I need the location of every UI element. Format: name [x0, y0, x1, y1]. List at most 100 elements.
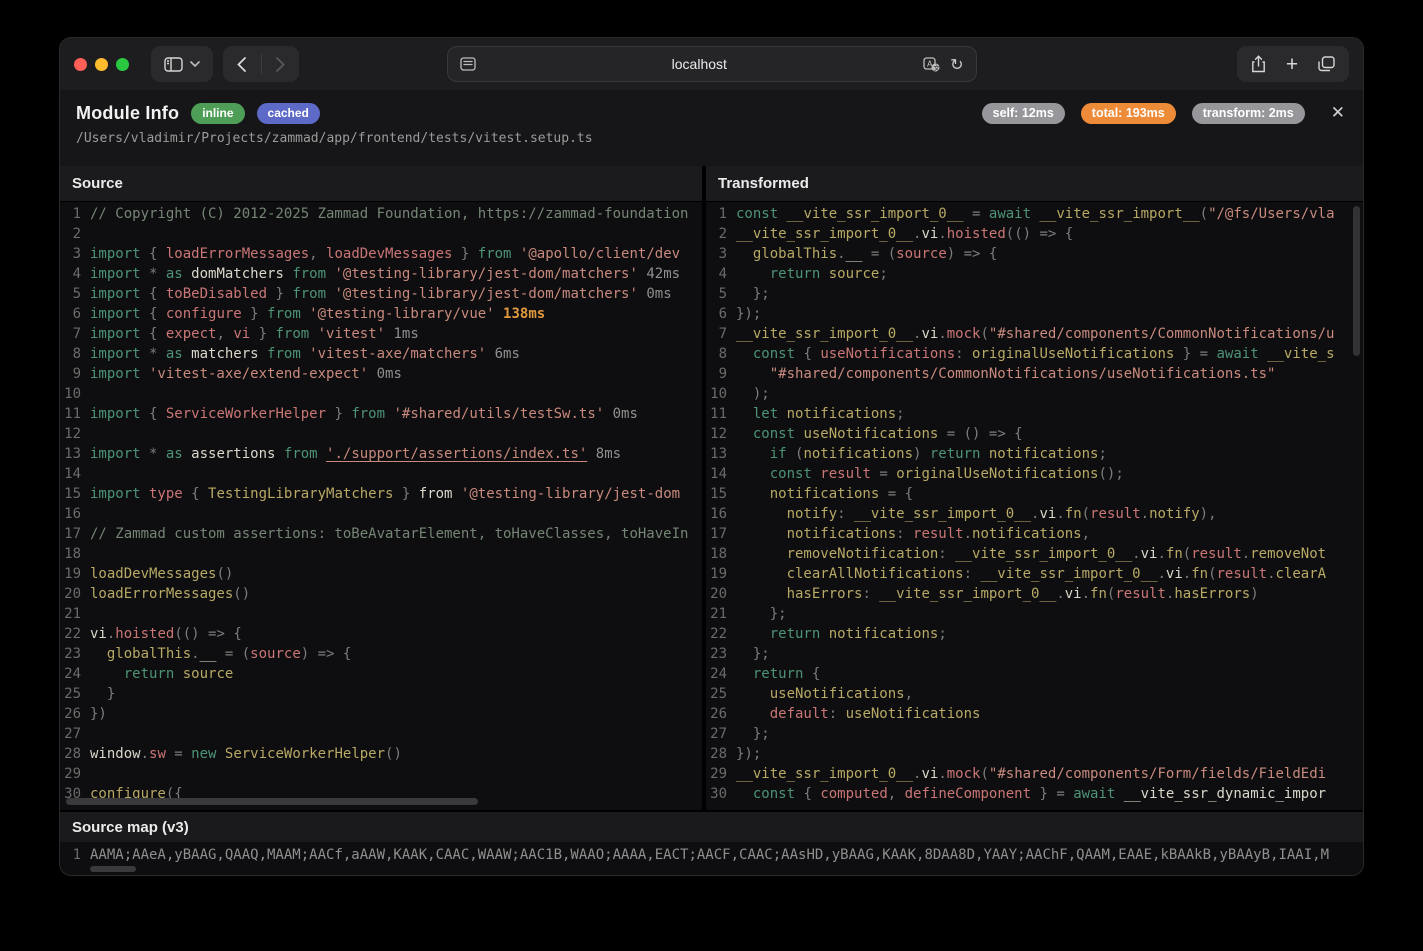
line-number: 7	[706, 324, 736, 344]
code-line: 15import type { TestingLibraryMatchers }…	[60, 484, 702, 504]
line-number: 28	[60, 744, 90, 764]
transformed-code-view[interactable]: 1const __vite_ssr_import_0__ = await __v…	[706, 202, 1363, 810]
sidebar-toggle-button[interactable]	[151, 46, 213, 82]
new-tab-button[interactable]: +	[1286, 54, 1298, 75]
line-number: 9	[60, 364, 90, 384]
code-line: 25 }	[60, 684, 702, 704]
code-text: notify: __vite_ssr_import_0__.vi.fn(resu…	[736, 504, 1217, 524]
code-text: const __vite_ssr_import_0__ = await __vi…	[736, 204, 1335, 224]
toolbar-right-buttons: +	[1237, 46, 1349, 82]
transform-time-badge: transform: 2ms	[1192, 103, 1305, 124]
close-window-button[interactable]	[74, 58, 87, 71]
minimize-window-button[interactable]	[95, 58, 108, 71]
code-text: });	[736, 304, 761, 324]
module-path: /Users/vladimir/Projects/zammad/app/fron…	[76, 131, 1345, 146]
line-number: 3	[60, 244, 90, 264]
code-line: 11import { ServiceWorkerHelper } from '#…	[60, 404, 702, 424]
line-number: 26	[706, 704, 736, 724]
back-button[interactable]	[223, 46, 261, 82]
source-pane-title: Source	[60, 166, 702, 202]
code-text: // Copyright (C) 2012-2025 Zammad Founda…	[90, 204, 688, 224]
line-number: 12	[60, 424, 90, 444]
code-text: const { computed, defineComponent } = aw…	[736, 784, 1326, 804]
code-text: import { configure } from '@testing-libr…	[90, 304, 545, 324]
line-number: 2	[706, 224, 736, 244]
code-line: 9import 'vitest-axe/extend-expect' 0ms	[60, 364, 702, 384]
translate-icon[interactable]: A 文	[923, 57, 940, 72]
line-number: 9	[706, 364, 736, 384]
tab-overview-button[interactable]	[1318, 56, 1335, 72]
code-line: 11 let notifications;	[706, 404, 1363, 424]
cached-badge: cached	[257, 103, 320, 124]
tabs-icon	[1318, 56, 1335, 72]
code-text: };	[736, 644, 770, 664]
line-number: 14	[60, 464, 90, 484]
line-number: 21	[60, 604, 90, 624]
code-text: window.sw = new ServiceWorkerHelper()	[90, 744, 402, 764]
line-number: 26	[60, 704, 90, 724]
line-number: 8	[706, 344, 736, 364]
sourcemap-mappings: AAMA;AAeA,yBAAG,QAAQ,MAAM;AACf,aAAW,KAAK…	[90, 842, 1329, 875]
source-code-view[interactable]: 1// Copyright (C) 2012-2025 Zammad Found…	[60, 202, 702, 810]
line-number: 3	[706, 244, 736, 264]
code-line: 21 };	[706, 604, 1363, 624]
code-text: __vite_ssr_import_0__.vi.mock("#shared/c…	[736, 764, 1326, 784]
line-number: 21	[706, 604, 736, 624]
line-number: 1	[706, 204, 736, 224]
address-bar[interactable]: localhost A 文 ↻	[447, 46, 977, 82]
code-text: import { loadErrorMessages, loadDevMessa…	[90, 244, 680, 264]
code-line: 3import { loadErrorMessages, loadDevMess…	[60, 244, 702, 264]
code-line: 26 default: useNotifications	[706, 704, 1363, 724]
sourcemap-title: Source map (v3)	[60, 812, 1363, 842]
line-number: 29	[706, 764, 736, 784]
code-text: };	[736, 604, 787, 624]
module-info-header: Module Info inline cached self: 12ms tot…	[60, 90, 1363, 166]
line-number: 20	[60, 584, 90, 604]
code-line: 5import { toBeDisabled } from '@testing-…	[60, 284, 702, 304]
navigation-buttons	[223, 46, 299, 82]
code-line: 4 return source;	[706, 264, 1363, 284]
code-line: 7__vite_ssr_import_0__.vi.mock("#shared/…	[706, 324, 1363, 344]
code-text: default: useNotifications	[736, 704, 980, 724]
inline-badge: inline	[191, 103, 244, 124]
code-line: 8import * as matchers from 'vitest-axe/m…	[60, 344, 702, 364]
reload-icon[interactable]: ↻	[950, 55, 963, 74]
code-line: 24 return source	[60, 664, 702, 684]
code-text: });	[736, 744, 761, 764]
line-number: 23	[706, 644, 736, 664]
code-text: import * as matchers from 'vitest-axe/ma…	[90, 344, 520, 364]
code-line: 16	[60, 504, 702, 524]
line-number: 24	[60, 664, 90, 684]
browser-toolbar: localhost A 文 ↻ +	[60, 38, 1363, 90]
horizontal-scrollbar[interactable]	[90, 866, 136, 872]
page-settings-icon[interactable]	[460, 57, 476, 71]
code-line: 18 removeNotification: __vite_ssr_import…	[706, 544, 1363, 564]
total-time-badge: total: 193ms	[1081, 103, 1176, 124]
vertical-scrollbar[interactable]	[1353, 206, 1360, 356]
code-line: 24 return {	[706, 664, 1363, 684]
line-number: 20	[706, 584, 736, 604]
code-text: if (notifications) return notifications;	[736, 444, 1107, 464]
line-number: 4	[60, 264, 90, 284]
code-line: 20 hasErrors: __vite_ssr_import_0__.vi.f…	[706, 584, 1363, 604]
line-number: 10	[60, 384, 90, 404]
code-line: 18	[60, 544, 702, 564]
horizontal-scrollbar[interactable]	[66, 798, 478, 805]
line-number: 17	[706, 524, 736, 544]
code-line: 16 notify: __vite_ssr_import_0__.vi.fn(r…	[706, 504, 1363, 524]
code-line: 19 clearAllNotifications: __vite_ssr_imp…	[706, 564, 1363, 584]
code-line: 14	[60, 464, 702, 484]
code-line: 30 const { computed, defineComponent } =…	[706, 784, 1363, 804]
code-line: 12	[60, 424, 702, 444]
line-number: 30	[706, 784, 736, 804]
source-pane: Source 1// Copyright (C) 2012-2025 Zamma…	[60, 166, 706, 810]
code-panes: Source 1 // Copyright (C) 2012-2025 Zamma…	[60, 166, 1363, 810]
code-line: 28window.sw = new ServiceWorkerHelper()	[60, 744, 702, 764]
fullscreen-window-button[interactable]	[116, 58, 129, 71]
line-number: 11	[60, 404, 90, 424]
line-number: 13	[60, 444, 90, 464]
forward-button[interactable]	[262, 46, 300, 82]
close-icon[interactable]: ✕	[1331, 105, 1345, 122]
share-button[interactable]	[1251, 55, 1266, 73]
line-number: 19	[60, 564, 90, 584]
